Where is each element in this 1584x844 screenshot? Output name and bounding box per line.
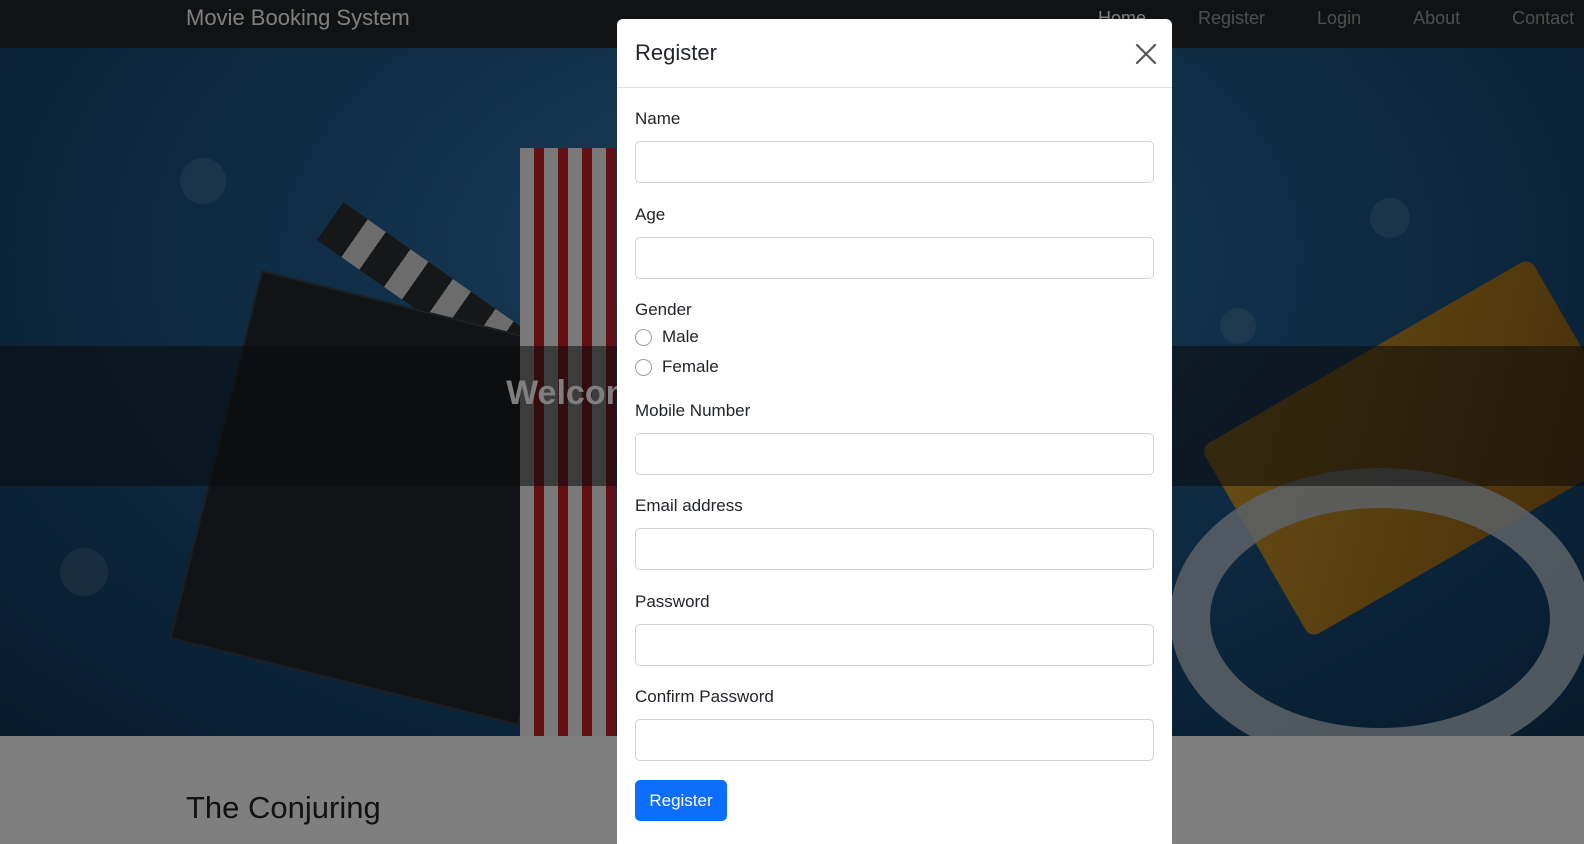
- age-label: Age: [635, 205, 666, 224]
- female-radio-label[interactable]: Female: [662, 357, 719, 377]
- modal-header: Register: [617, 19, 1172, 88]
- name-label: Name: [635, 109, 681, 128]
- modal-title: Register: [635, 40, 717, 65]
- female-radio[interactable]: [635, 358, 652, 376]
- mobile-input[interactable]: [635, 433, 1154, 475]
- male-radio[interactable]: [635, 328, 652, 346]
- mobile-label: Mobile Number: [635, 401, 751, 420]
- password-label: Password: [635, 592, 710, 611]
- register-submit-button[interactable]: Register: [635, 780, 727, 821]
- register-modal: Register Name Age Gender Male Female Mob…: [617, 19, 1172, 844]
- age-input[interactable]: [635, 237, 1154, 279]
- confirm-password-label: Confirm Password: [635, 687, 774, 706]
- confirm-password-input[interactable]: [635, 719, 1154, 761]
- email-label: Email address: [635, 496, 743, 515]
- email-input[interactable]: [635, 528, 1154, 570]
- gender-option-female[interactable]: Female: [635, 357, 719, 377]
- male-radio-label[interactable]: Male: [662, 327, 699, 347]
- gender-option-male[interactable]: Male: [635, 327, 699, 347]
- name-input[interactable]: [635, 141, 1154, 183]
- close-icon[interactable]: [1129, 39, 1161, 69]
- gender-label: Gender: [635, 300, 692, 319]
- password-input[interactable]: [635, 624, 1154, 666]
